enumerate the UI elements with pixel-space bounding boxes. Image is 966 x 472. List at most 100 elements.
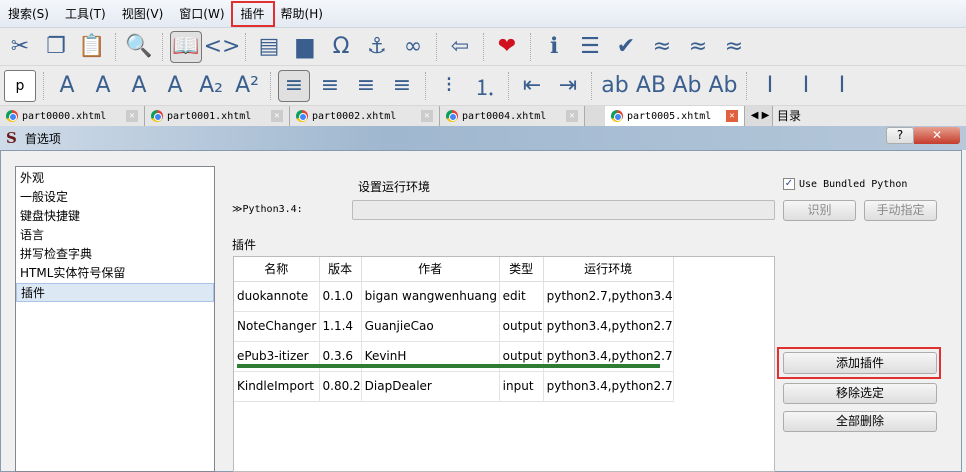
- help-button[interactable]: ?: [886, 127, 914, 144]
- vertical-icon: I: [838, 73, 846, 98]
- italic-button[interactable]: A: [87, 70, 119, 102]
- toolbar-separator: [43, 71, 44, 100]
- heart-icon: ❤: [497, 34, 517, 59]
- identify-button[interactable]: 识别: [783, 200, 856, 221]
- table-row[interactable]: duokannote 0.1.0 bigan wangwenhuang edit pyt…: [234, 281, 674, 312]
- capitalize-button[interactable]: Ab: [707, 70, 739, 102]
- indent-button[interactable]: ⇥: [552, 70, 584, 102]
- info-button[interactable]: ℹ: [538, 31, 570, 63]
- toc-button[interactable]: ☰: [574, 31, 606, 63]
- italic-icon: A: [95, 73, 111, 98]
- column-header[interactable]: 版本: [319, 257, 362, 282]
- toc-panel-title: 目录: [772, 106, 966, 126]
- add-plugin-button[interactable]: 添加插件: [783, 352, 937, 374]
- clean-button[interactable]: ≈: [646, 31, 678, 63]
- remove-selected-button[interactable]: 移除选定: [783, 383, 937, 404]
- copy-button[interactable]: ❐: [40, 31, 72, 63]
- column-header[interactable]: 运行环境: [543, 257, 674, 282]
- ltr-button[interactable]: I: [754, 70, 786, 102]
- clean2-button[interactable]: ≈: [682, 31, 714, 63]
- remove-all-button[interactable]: 全部删除: [783, 411, 937, 432]
- underline-button[interactable]: A: [123, 70, 155, 102]
- sidebar-item[interactable]: 插件: [16, 283, 214, 302]
- tab-part0004-xhtml[interactable]: part0004.xhtml ✕: [440, 106, 585, 126]
- strike-button[interactable]: A: [159, 70, 191, 102]
- outdent-button[interactable]: ⇤: [516, 70, 548, 102]
- justify-button[interactable]: ≡: [386, 70, 418, 102]
- cut-button[interactable]: ✂: [4, 31, 36, 63]
- manual-specify-button[interactable]: 手动指定: [864, 200, 937, 221]
- code-view-button[interactable]: <>: [204, 31, 241, 63]
- table-cell: GuanjieCao: [361, 311, 500, 342]
- sidebar-item[interactable]: 外观: [16, 169, 214, 188]
- preview-button[interactable]: 🔍: [123, 31, 155, 63]
- rtl-button[interactable]: I: [790, 70, 822, 102]
- tab-scroll-arrows[interactable]: ◀ ▶: [745, 106, 775, 126]
- strike-icon: A: [167, 73, 183, 98]
- dialog-titlebar: S 首选项: [0, 126, 966, 150]
- align-center-button[interactable]: ≡: [314, 70, 346, 102]
- column-header[interactable]: 作者: [361, 257, 500, 282]
- close-button[interactable]: ✕: [914, 127, 960, 144]
- clean2-icon: ≈: [688, 34, 708, 59]
- bold-button[interactable]: A: [51, 70, 83, 102]
- align-left-button[interactable]: ≡: [278, 69, 310, 102]
- tab-part0002-xhtml[interactable]: part0002.xhtml ✕: [290, 106, 440, 126]
- anchor-button[interactable]: ⚓: [361, 31, 393, 63]
- menu-window[interactable]: 窗口(W): [171, 3, 232, 25]
- tab-close-icon[interactable]: ✕: [421, 110, 433, 122]
- back-button[interactable]: ⇦: [444, 31, 476, 63]
- bullet-list-button[interactable]: ⁝: [433, 70, 465, 102]
- book-view-button[interactable]: 📖: [170, 30, 202, 63]
- tab-close-icon[interactable]: ✕: [126, 110, 138, 122]
- split-button[interactable]: ▤: [253, 31, 285, 63]
- sidebar-item[interactable]: HTML实体符号保留: [16, 264, 214, 283]
- tab-part0005-xhtml[interactable]: part0005.xhtml ✕: [605, 106, 745, 126]
- lowercase-button[interactable]: ab: [599, 70, 631, 102]
- number-list-button[interactable]: ⒈: [469, 70, 501, 102]
- format-toolbar: p A A A A A₂ A² ≡ ≡ ≡ ≡ ⁝ ⒈ ⇤ ⇥ ab AB Ab Ab I I I: [0, 66, 966, 106]
- table-row[interactable]: NoteChanger 1.1.4 GuanjieCao output python3.…: [234, 311, 674, 342]
- superscript-button[interactable]: A²: [231, 70, 263, 102]
- tab-close-icon[interactable]: ✕: [726, 110, 738, 122]
- link-button[interactable]: ∞: [397, 31, 429, 63]
- image-button[interactable]: ▆: [289, 31, 321, 63]
- use-bundled-python-checkbox[interactable]: ✓ Use Bundled Python: [783, 178, 907, 190]
- cut-icon: ✂: [10, 34, 30, 59]
- omega-button[interactable]: Ω: [325, 31, 357, 63]
- toolbar-separator: [530, 32, 531, 61]
- tab-close-icon[interactable]: ✕: [271, 110, 283, 122]
- spellcheck-button[interactable]: ✔: [610, 31, 642, 63]
- column-header[interactable]: 名称: [234, 257, 320, 282]
- sidebar-item[interactable]: 拼写检查字典: [16, 245, 214, 264]
- clean3-button[interactable]: ≈: [718, 31, 750, 63]
- chrome-icon: [151, 110, 163, 122]
- table-row[interactable]: KindleImport 0.80.2 DiapDealer input python3…: [234, 371, 674, 402]
- menu-search[interactable]: 搜索(S): [0, 3, 57, 25]
- toolbar-separator: [425, 71, 426, 100]
- subscript-button[interactable]: A₂: [195, 70, 227, 102]
- toolbar-separator: [162, 32, 163, 61]
- paragraph-button[interactable]: p: [4, 69, 36, 102]
- menu-help[interactable]: 帮助(H): [273, 3, 331, 25]
- sidebar-item[interactable]: 语言: [16, 226, 214, 245]
- menu-plugins[interactable]: 插件: [230, 0, 275, 27]
- paste-button[interactable]: 📋: [76, 31, 108, 63]
- titlecase-button[interactable]: Ab: [671, 70, 703, 102]
- menu-tools[interactable]: 工具(T): [57, 3, 114, 25]
- tab-part0000-xhtml[interactable]: part0000.xhtml ✕: [0, 106, 145, 126]
- preferences-category-list[interactable]: 外观 一般设定 键盘快捷键 语言 拼写检查字典 HTML实体符号保留 插件: [15, 166, 215, 472]
- info-icon: ℹ: [549, 34, 559, 59]
- tab-close-icon[interactable]: ✕: [566, 110, 578, 122]
- heart-button[interactable]: ❤: [491, 31, 523, 63]
- vertical-button[interactable]: I: [826, 70, 858, 102]
- table-cell: NoteChanger: [234, 311, 320, 342]
- tab-part0001-xhtml[interactable]: part0001.xhtml ✕: [145, 106, 290, 126]
- sidebar-item[interactable]: 一般设定: [16, 188, 214, 207]
- uppercase-button[interactable]: AB: [635, 70, 667, 102]
- menu-view[interactable]: 视图(V): [114, 3, 172, 25]
- sidebar-item[interactable]: 键盘快捷键: [16, 207, 214, 226]
- column-header[interactable]: 类型: [499, 257, 544, 282]
- python-path-input[interactable]: [352, 200, 775, 220]
- align-right-button[interactable]: ≡: [350, 70, 382, 102]
